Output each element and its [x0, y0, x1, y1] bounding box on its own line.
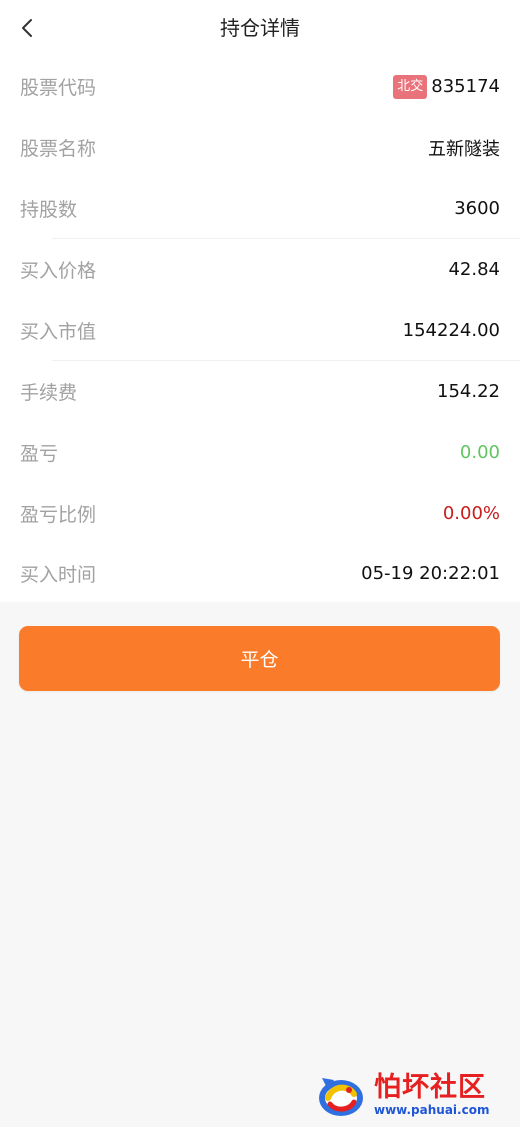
buy-price-label: 买入价格: [20, 260, 97, 282]
row-shares: 持股数 3600: [0, 178, 520, 239]
exchange-badge: 北交: [393, 74, 428, 99]
buy-time-value: 05-19 20:22:01: [361, 562, 500, 584]
pnl-label: 盈亏: [20, 443, 59, 465]
page-title: 持仓详情: [220, 16, 300, 40]
fee-value: 154.22: [437, 381, 500, 402]
stock-name-value: 五新隧装: [428, 138, 500, 160]
close-position-button[interactable]: 平仓: [19, 626, 500, 691]
pnl-ratio-value: 0.00%: [442, 503, 500, 524]
row-buy-time: 买入时间 05-19 20:22:01: [0, 544, 520, 602]
position-detail-page: 持仓详情 股票代码 北交 835174 股票名称 五新隧装 持股数 3600 买…: [0, 0, 520, 1127]
market-value-value: 154224.00: [402, 320, 500, 341]
row-buy-price: 买入价格 42.84: [0, 239, 520, 300]
buy-price-value: 42.84: [448, 259, 500, 280]
fee-label: 手续费: [20, 382, 78, 404]
pnl-ratio-label: 盈亏比例: [20, 504, 97, 526]
watermark: 怕坏社区 www.pahuai.com: [314, 1068, 514, 1122]
watermark-url: www.pahuai.com: [374, 1103, 490, 1117]
market-value-label: 买入市值: [20, 321, 97, 343]
row-market-value: 买入市值 154224.00: [0, 300, 520, 361]
shares-value: 3600: [454, 198, 500, 219]
watermark-logo-icon: [319, 1078, 363, 1116]
pnl-value: 0.00: [459, 442, 500, 463]
buy-time-label: 买入时间: [20, 563, 97, 586]
header-bar: 持仓详情: [0, 0, 520, 56]
row-fee: 手续费 154.22: [0, 361, 520, 422]
stock-code-value: 835174: [431, 76, 500, 97]
chevron-left-icon: [22, 19, 32, 37]
watermark-text: 怕坏社区 www.pahuai.com: [374, 1072, 490, 1118]
row-stock-code: 股票代码 北交 835174: [0, 56, 520, 117]
stock-code-label: 股票代码: [20, 77, 97, 99]
position-detail-list: 股票代码 北交 835174 股票名称 五新隧装 持股数 3600 买入价格 4…: [0, 56, 520, 602]
stock-code-value-group: 北交 835174: [393, 74, 500, 99]
row-stock-name: 股票名称 五新隧装: [0, 117, 520, 178]
row-pnl: 盈亏 0.00: [0, 422, 520, 483]
watermark-title: 怕坏社区: [374, 1072, 486, 1103]
stock-name-label: 股票名称: [20, 138, 97, 160]
shares-label: 持股数: [20, 199, 78, 221]
row-pnl-ratio: 盈亏比例 0.00%: [0, 483, 520, 544]
back-button[interactable]: [10, 10, 46, 46]
